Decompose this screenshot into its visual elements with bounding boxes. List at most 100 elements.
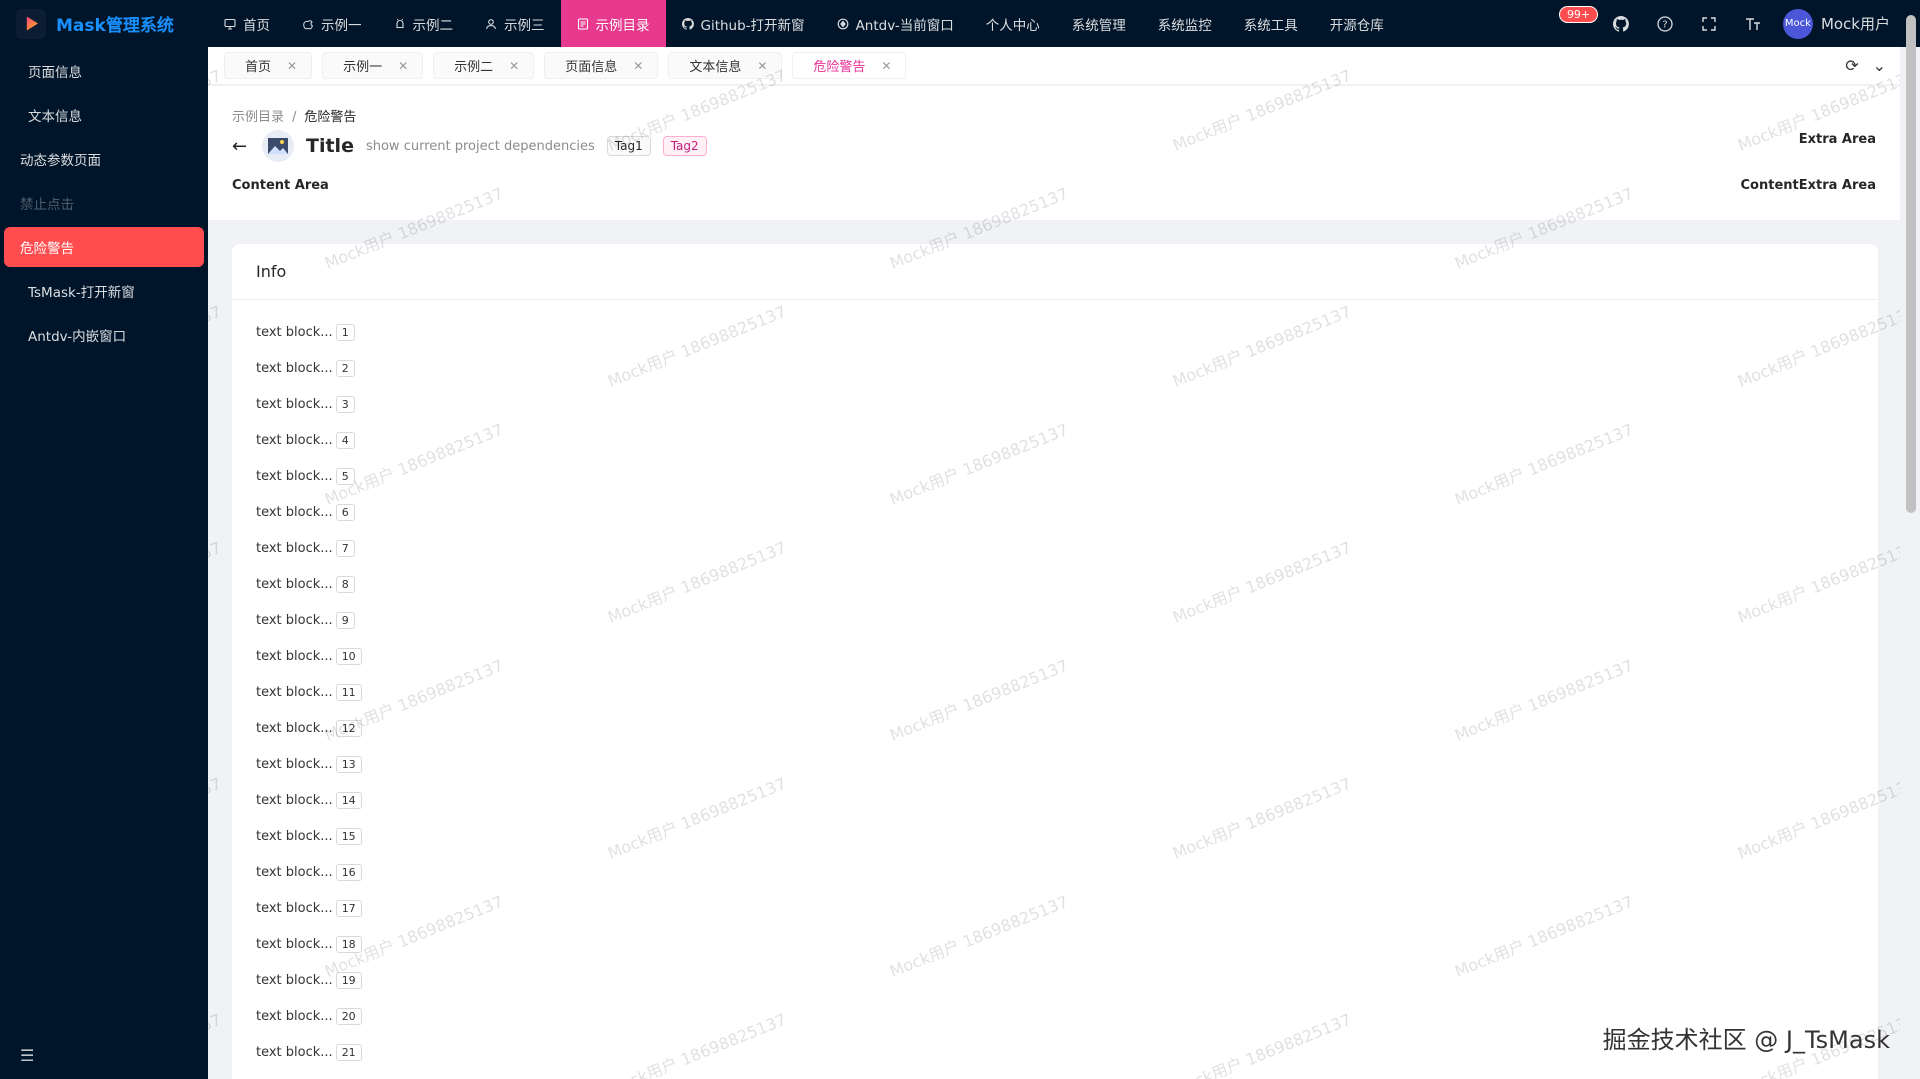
row-text: text block...	[256, 648, 333, 664]
user-menu[interactable]: Mock Mock用户	[1775, 8, 1890, 39]
fullscreen-icon[interactable]	[1687, 0, 1731, 47]
tab-label: 页面信息	[565, 60, 618, 75]
top-menu-item-9[interactable]: 系统监控	[1142, 0, 1228, 47]
list-item: text block... 16	[256, 854, 1854, 890]
extra-area: Extra Area	[1798, 132, 1876, 147]
content-extra-area: ContentExtra Area	[1740, 178, 1876, 193]
page-header: 示例目录 / 危险警告 ← Title show current project d…	[208, 86, 1900, 220]
top-menu-label: Github-打开新窗	[700, 17, 805, 34]
sidebar-item-label: TsMask-打开新窗	[28, 285, 135, 301]
close-icon[interactable]: ✕	[881, 59, 891, 73]
row-text: text block...	[256, 468, 333, 484]
close-icon[interactable]: ✕	[757, 59, 767, 73]
breadcrumb-parent[interactable]: 示例目录	[232, 110, 284, 125]
row-number: 13	[335, 755, 362, 773]
watermark-text: Mock用户 18698825137	[208, 1009, 224, 1079]
top-menu-label: 个人中心	[985, 17, 1040, 34]
chevron-down-icon[interactable]: ⌄	[1873, 56, 1886, 75]
back-arrow-icon[interactable]: ←	[232, 136, 250, 157]
help-icon[interactable]: ?	[1643, 0, 1687, 47]
collapse-menu-icon[interactable]: ☰	[20, 1046, 34, 1065]
top-menu-item-3[interactable]: 示例三	[469, 0, 561, 47]
sidebar: 页面信息文本信息 动态参数页面禁止点击危险警告 TsMask-打开新窗 Antdv-内…	[0, 47, 208, 1079]
row-number: 20	[335, 1007, 362, 1025]
top-menu-label: 系统工具	[1243, 17, 1298, 34]
row-text: text block...	[256, 864, 333, 880]
close-icon[interactable]: ✕	[509, 59, 519, 73]
breadcrumb-current: 危险警告	[304, 110, 357, 125]
top-menu-item-8[interactable]: 系统管理	[1056, 0, 1142, 47]
row-text: text block...	[256, 720, 333, 736]
top-menu-label: 示例目录	[595, 17, 650, 34]
notification-badge: 99+	[1558, 6, 1599, 23]
row-number: 6	[335, 503, 355, 521]
tab-2[interactable]: 示例二 ✕	[433, 52, 535, 79]
sidebar-item-6[interactable]: Antdv-内嵌窗口	[4, 315, 204, 355]
sidebar-item-label: 危险警告	[20, 241, 74, 257]
row-number: 21	[335, 1043, 362, 1061]
top-menu-item-4[interactable]: 示例目录	[560, 0, 666, 47]
sidebar-item-4[interactable]: 危险警告	[4, 227, 204, 267]
app-name: Mask管理系统	[56, 16, 174, 36]
sidebar-item-1[interactable]: 文本信息	[4, 95, 204, 135]
row-number: 14	[335, 791, 362, 809]
list-item: text block... 4	[256, 422, 1854, 458]
sidebar-item-label: 页面信息	[28, 65, 82, 81]
watermark-text: Mock用户 18698825137	[208, 773, 224, 863]
list-item: text block... 1	[256, 314, 1854, 350]
top-menu-item-5[interactable]: Github-打开新窗	[666, 0, 821, 47]
top-menu-item-11[interactable]: 开源仓库	[1314, 0, 1400, 47]
sidebar-item-label: 禁止点击	[20, 197, 74, 213]
list-item: text block... 7	[256, 530, 1854, 566]
close-icon[interactable]: ✕	[633, 59, 643, 73]
monitor-icon	[224, 18, 236, 30]
top-menu-item-6[interactable]: Antdv-当前窗口	[821, 0, 970, 47]
github-icon[interactable]	[1599, 0, 1643, 47]
row-number: 18	[335, 935, 362, 953]
github-icon	[681, 17, 694, 30]
top-menu-item-1[interactable]: 示例一	[286, 0, 378, 47]
row-text: text block...	[256, 792, 333, 808]
row-text: text block...	[256, 828, 333, 844]
tab-3[interactable]: 页面信息 ✕	[544, 52, 659, 79]
reload-icon[interactable]: ⟳	[1845, 56, 1858, 75]
top-menu-item-10[interactable]: 系统工具	[1228, 0, 1314, 47]
tab-5[interactable]: 危险警告 ✕	[792, 52, 907, 79]
row-number: 16	[335, 863, 362, 881]
top-menu-item-2[interactable]: 示例二	[378, 0, 470, 47]
notification-bell-icon[interactable]: 99+	[1555, 0, 1599, 47]
list-item: text block... 19	[256, 962, 1854, 998]
list-item: text block... 2	[256, 350, 1854, 386]
list-item: text block... 3	[256, 386, 1854, 422]
close-icon[interactable]: ✕	[398, 59, 408, 73]
sidebar-item-0[interactable]: 页面信息	[4, 51, 204, 91]
row-text: text block...	[256, 504, 333, 520]
brand[interactable]: Mask管理系统	[0, 0, 208, 47]
top-menu-label: 示例三	[504, 17, 545, 34]
row-text: text block...	[256, 612, 333, 628]
tab-4[interactable]: 文本信息 ✕	[668, 52, 783, 79]
sidebar-item-5[interactable]: TsMask-打开新窗	[4, 271, 204, 311]
row-text: text block...	[256, 360, 333, 376]
watermark-text: Mock用户 18698825137	[208, 537, 224, 627]
row-number: 19	[335, 971, 362, 989]
top-menu-item-7[interactable]: 个人中心	[970, 0, 1056, 47]
close-icon[interactable]: ✕	[287, 59, 297, 73]
top-menu-item-0[interactable]: 首页	[208, 0, 286, 47]
row-number: 11	[335, 683, 362, 701]
list-item: text block... 6	[256, 494, 1854, 530]
page-scrollbar[interactable]	[1906, 15, 1916, 513]
tab-0[interactable]: 首页 ✕	[224, 52, 313, 79]
top-menu-label: 系统管理	[1071, 17, 1126, 34]
list-item: text block... 18	[256, 926, 1854, 962]
row-text: text block...	[256, 432, 333, 448]
tabs-bar: 首页 ✕ 示例一 ✕ 示例二 ✕ 页面信息 ✕ 文本信息 ✕ 危险警告 ✕ ⟳ ⌄	[208, 47, 1900, 85]
page-avatar	[262, 130, 294, 162]
list-item: text block... 10	[256, 638, 1854, 674]
font-size-icon[interactable]	[1731, 0, 1775, 47]
top-navbar: Mask管理系统 首页 示例一 示例二 示例三 示例目录 Github-打开新窗 Antdv…	[0, 0, 1920, 47]
top-menu-label: 示例一	[321, 17, 362, 34]
tab-1[interactable]: 示例一 ✕	[322, 52, 424, 79]
sidebar-item-2[interactable]: 动态参数页面	[4, 139, 204, 179]
sidebar-item-label: Antdv-内嵌窗口	[28, 329, 127, 345]
